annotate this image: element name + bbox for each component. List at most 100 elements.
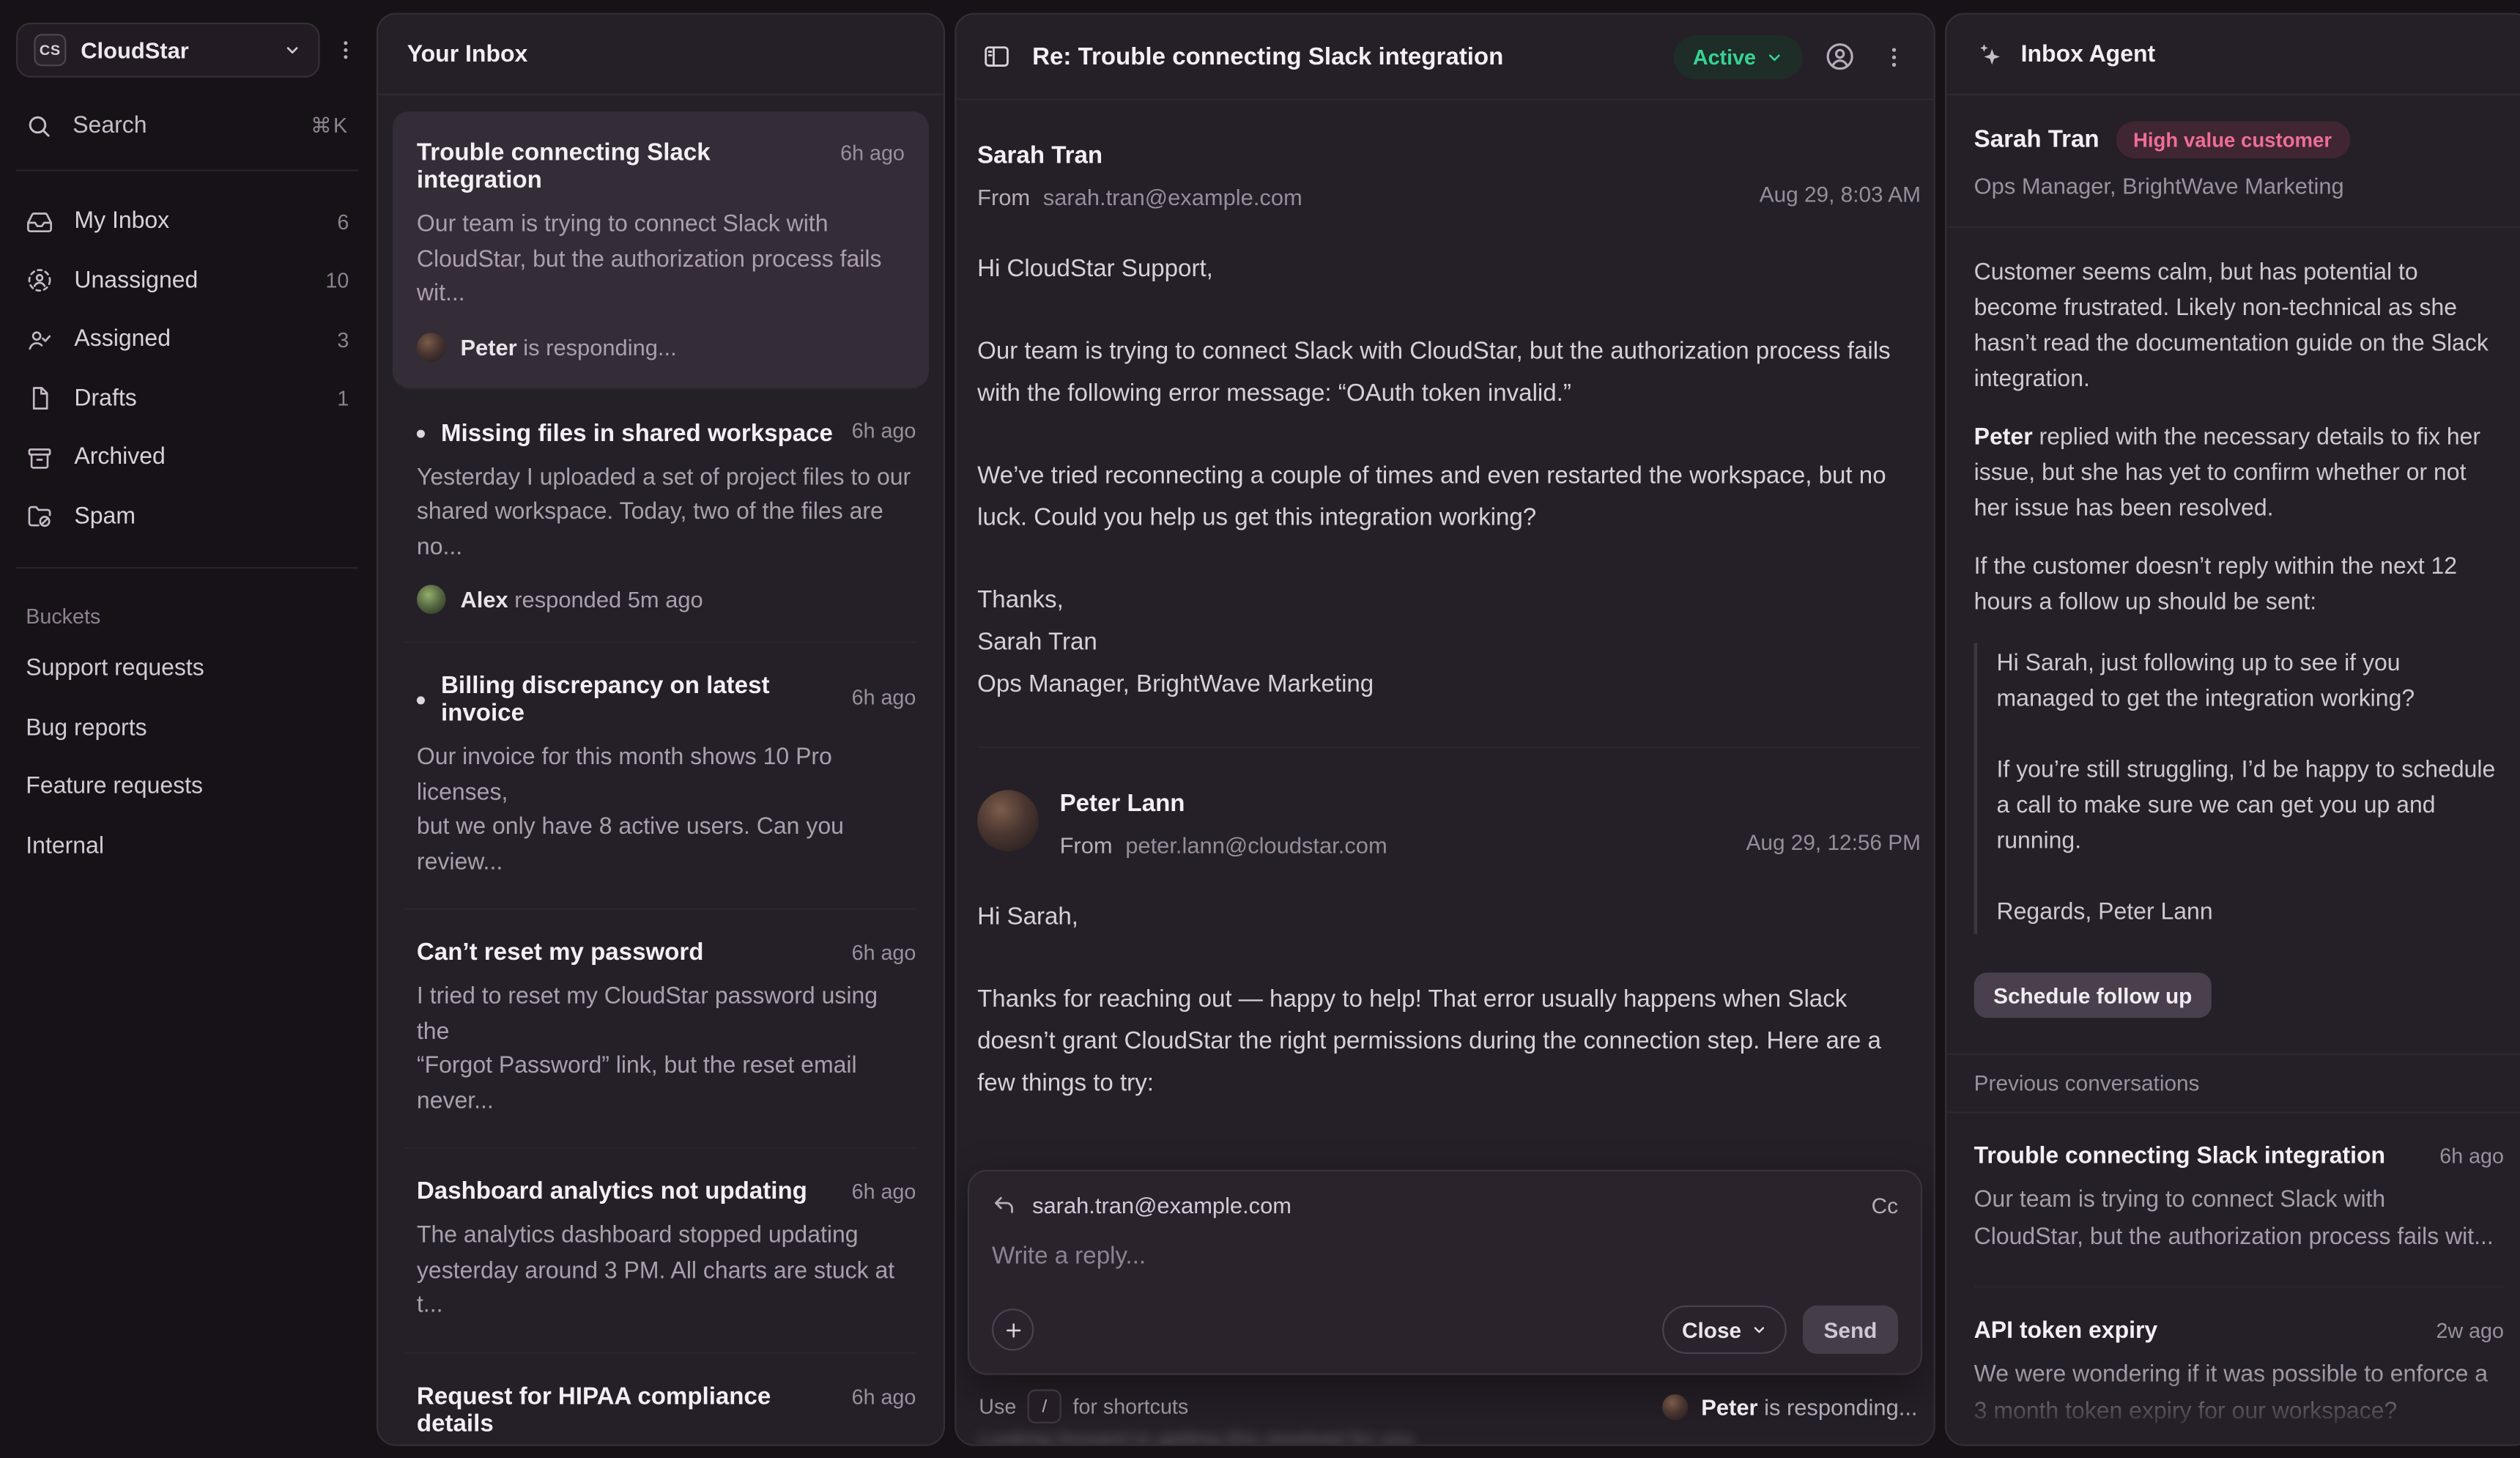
inbox-item[interactable]: Missing files in shared workspace 6h ago… (393, 388, 929, 641)
sparkles-icon (1976, 40, 2005, 69)
inbox-item[interactable]: Dashboard analytics not updating 6h ago … (393, 1149, 929, 1352)
user-dashed-icon (26, 267, 53, 294)
email-date: Aug 29, 8:03 AM (1760, 182, 1921, 207)
bucket-bug-reports[interactable]: Bug reports (0, 699, 375, 758)
sidebar-item-label: Assigned (74, 327, 171, 352)
schedule-followup-button[interactable]: Schedule follow up (1974, 972, 2212, 1018)
inbox-item-preview: Our invoice for this month shows 10 Pro … (417, 741, 916, 881)
divider (16, 567, 358, 569)
attach-button[interactable] (992, 1309, 1034, 1350)
user-check-icon (26, 326, 53, 353)
previous-item-title: Trouble connecting Slack integration (1974, 1144, 2427, 1169)
sidebar-item-unassigned[interactable]: Unassigned 10 (0, 251, 375, 310)
sidebar-item-label: Spam (74, 503, 136, 529)
reply-input[interactable]: Write a reply... (992, 1243, 1898, 1270)
inbox-item-time: 6h ago (852, 940, 916, 964)
sidebar-nav: My Inbox 6 Unassigned 10 Assigned 3 Draf… (0, 192, 375, 546)
inbox-item[interactable]: Billing discrepancy on latest invoice 6h… (393, 643, 929, 909)
inbox-item-title: Missing files in shared workspace (417, 419, 839, 446)
inbox-item-time: 6h ago (852, 1384, 916, 1408)
sidebar: CS CloudStar Search ⌘K My Inbox 6 Unassi… (0, 0, 375, 1458)
inbox-item-time: 6h ago (852, 1180, 916, 1204)
workspace-name: CloudStar (81, 37, 268, 63)
customer-summary: Sarah Tran High value customer Ops Manag… (1946, 95, 2520, 228)
thread-menu-button[interactable] (1877, 40, 1911, 73)
email-from: From peter.lann@cloudstar.com (1060, 832, 1387, 858)
workspace-logo: CS (34, 34, 66, 66)
inbox-list-header: Your Inbox (378, 15, 944, 95)
sidebar-item-count: 6 (337, 210, 349, 234)
inbox-item-status: Alex responded 5m ago (417, 585, 916, 614)
sidebar-item-count: 3 (337, 328, 349, 352)
slash-keycap: / (1028, 1389, 1061, 1423)
previous-conversation-item[interactable]: API token expiry 2w ago We were wonderin… (1974, 1287, 2504, 1445)
inbox-item-time: 6h ago (840, 141, 905, 165)
workspace-switcher[interactable]: CS CloudStar (16, 23, 320, 78)
previous-item-title: API token expiry (1974, 1318, 2423, 1344)
inbox-item[interactable]: Request for HIPAA compliance details 6h … (393, 1353, 929, 1446)
chevron-down-icon (1751, 1322, 1767, 1338)
composer-recipient-row: sarah.tran@example.com Cc (992, 1192, 1898, 1218)
avatar (417, 585, 446, 614)
avatar (1662, 1394, 1688, 1419)
inbox-item-title: Trouble connecting Slack integration (417, 139, 828, 194)
folder-block-icon (26, 503, 53, 530)
inbox-list-panel: Your Inbox Trouble connecting Slack inte… (377, 13, 945, 1446)
chevron-down-icon (283, 40, 302, 59)
typing-indicator: Peter is responding... (1662, 1394, 1917, 1419)
kebab-icon (1880, 42, 1908, 70)
reply-composer: sarah.tran@example.com Cc Write a reply.… (968, 1170, 1922, 1375)
bucket-support-requests[interactable]: Support requests (0, 640, 375, 698)
buckets-section-label: Buckets (0, 590, 375, 640)
status-dropdown[interactable]: Active (1673, 34, 1802, 78)
bucket-feature-requests[interactable]: Feature requests (0, 758, 375, 816)
sidebar-item-spam[interactable]: Spam (0, 487, 375, 546)
previous-conversations-list: Trouble connecting Slack integration 6h … (1946, 1113, 2520, 1445)
kebab-icon (333, 37, 358, 63)
recipient-email: sarah.tran@example.com (1032, 1192, 1292, 1218)
inbox-item[interactable]: Can’t reset my password 6h ago I tried t… (393, 909, 929, 1147)
inbox-item-title: Can’t reset my password (417, 939, 839, 966)
assignee-button[interactable] (1820, 37, 1859, 76)
sidebar-item-count: 1 (337, 387, 349, 411)
inbox-item-time: 6h ago (852, 418, 916, 442)
sidebar-item-archived[interactable]: Archived (0, 428, 375, 486)
send-button[interactable]: Send (1803, 1306, 1898, 1354)
avatar (417, 332, 446, 361)
inbox-item-preview: The analytics dashboard stopped updating… (417, 1220, 916, 1324)
inbox-item-time: 6h ago (852, 684, 916, 708)
bucket-internal[interactable]: Internal (0, 817, 375, 876)
inbox-item-selected[interactable]: Trouble connecting Slack integration 6h … (393, 111, 929, 387)
inbox-list-title: Your Inbox (407, 41, 528, 67)
sidebar-item-drafts[interactable]: Drafts 1 (0, 369, 375, 428)
unread-dot (417, 695, 425, 703)
plus-icon (1002, 1319, 1023, 1340)
cc-button[interactable]: Cc (1872, 1193, 1898, 1217)
chevron-down-icon (1765, 48, 1783, 65)
agent-panel: Inbox Agent Sarah Tran High value custom… (1945, 13, 2520, 1446)
file-icon (26, 385, 53, 412)
sidebar-item-assigned[interactable]: Assigned 3 (0, 310, 375, 369)
composer-toolbar: Close Send (992, 1306, 1898, 1354)
search-button[interactable]: Search ⌘K (0, 103, 375, 149)
previous-conversation-item[interactable]: Trouble connecting Slack integration 6h … (1974, 1113, 2504, 1286)
thread-title: Re: Trouble connecting Slack integration (1032, 42, 1656, 70)
sidebar-item-my-inbox[interactable]: My Inbox 6 (0, 192, 375, 251)
insight-paragraph: Peter replied with the necessary details… (1974, 420, 2504, 527)
agent-title: Inbox Agent (2021, 41, 2156, 67)
inbox-item-title: Request for HIPAA compliance details (417, 1382, 839, 1437)
reply-icon (992, 1193, 1016, 1217)
search-shortcut: ⌘K (311, 113, 349, 138)
email-sender: Peter Lann (1060, 790, 1387, 817)
workspace-row: CS CloudStar (0, 0, 375, 78)
sidebar-menu-button[interactable] (330, 34, 362, 66)
previous-item-time: 6h ago (2439, 1144, 2504, 1168)
agent-insights: Customer seems calm, but has potential t… (1946, 228, 2520, 1018)
insight-paragraph: Customer seems calm, but has potential t… (1974, 255, 2504, 397)
unread-dot (417, 429, 425, 437)
email-header: Sarah Tran From sarah.tran@example.com A… (977, 142, 1921, 210)
toggle-list-button[interactable] (979, 39, 1015, 75)
email-header: Peter Lann From peter.lann@cloudstar.com… (977, 790, 1921, 858)
thread-panel: Re: Trouble connecting Slack integration… (955, 13, 1935, 1446)
close-dropdown[interactable]: Close (1663, 1306, 1787, 1354)
